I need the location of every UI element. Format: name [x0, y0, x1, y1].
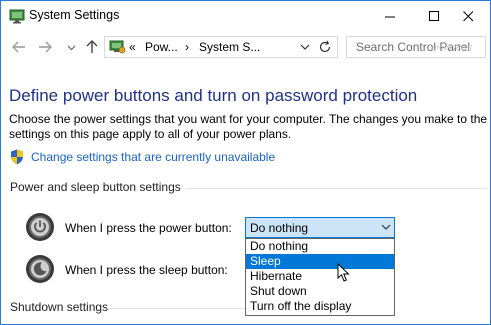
option-do-nothing[interactable]: Do nothing [246, 239, 394, 254]
address-bar[interactable]: « Pow... › System S... [104, 36, 338, 58]
section-title-shutdown: Shutdown settings [10, 300, 109, 314]
recent-locations-button[interactable] [63, 39, 79, 57]
page-title: Define power buttons and turn on passwor… [9, 86, 418, 105]
forward-arrow-icon [39, 41, 52, 53]
power-action-dropdown-list: Do nothing Sleep Hibernate Shut down Tur… [245, 238, 395, 316]
up-arrow-icon [86, 40, 98, 53]
breadcrumb-separator[interactable]: › [185, 40, 189, 54]
breadcrumb-system-settings[interactable]: System S... [199, 40, 260, 54]
system-settings-window: System Settings « Pow... › System S... S… [0, 0, 491, 325]
maximize-icon [428, 10, 439, 21]
option-turn-off-display[interactable]: Turn off the display [246, 299, 394, 314]
section-divider [187, 188, 487, 189]
power-button-label: When I press the power button: [65, 221, 232, 235]
minimize-icon [384, 16, 395, 17]
overflow-chevron[interactable]: « [129, 40, 136, 54]
breadcrumb-power[interactable]: Pow... [145, 40, 178, 54]
uac-shield-icon [11, 149, 23, 165]
section-divider [107, 308, 245, 309]
address-dropdown-icon[interactable] [300, 43, 310, 51]
back-button[interactable] [11, 38, 27, 56]
power-button-icon [26, 213, 54, 241]
close-icon [463, 10, 474, 21]
close-button[interactable] [447, 1, 490, 31]
mouse-cursor-icon [337, 263, 350, 282]
control-panel-icon [109, 40, 126, 54]
option-hibernate[interactable]: Hibernate [246, 269, 394, 284]
forward-button[interactable] [37, 38, 53, 56]
window-title: System Settings [29, 8, 120, 22]
up-button[interactable] [84, 38, 100, 56]
page-description: Choose the power settings that you want … [9, 112, 488, 141]
address-row: « Pow... › System S... Search Control Pa… [1, 32, 490, 62]
sleep-button-label: When I press the sleep button: [65, 263, 228, 277]
back-arrow-icon [12, 41, 25, 53]
chevron-down-icon [381, 224, 391, 230]
select-current-value: Do nothing [250, 221, 309, 235]
control-panel-icon [9, 9, 25, 24]
power-button-action-select[interactable]: Do nothing [245, 217, 395, 238]
sleep-button-icon [26, 255, 54, 283]
minimize-button[interactable] [368, 1, 412, 31]
option-shut-down[interactable]: Shut down [246, 284, 394, 299]
change-settings-link[interactable]: Change settings that are currently unava… [31, 150, 275, 164]
option-sleep[interactable]: Sleep [246, 254, 394, 269]
title-bar: System Settings [1, 1, 490, 32]
refresh-icon[interactable] [318, 40, 332, 54]
chevron-down-icon [67, 45, 75, 51]
section-title-power-sleep: Power and sleep button settings [10, 180, 181, 194]
watermark: groovyPost [432, 43, 473, 52]
